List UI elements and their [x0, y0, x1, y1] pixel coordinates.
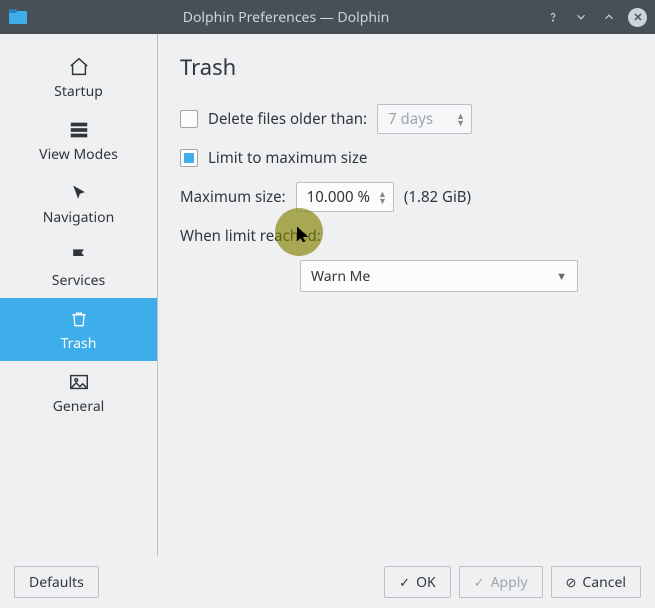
button-label: Cancel — [582, 573, 626, 592]
titlebar: Dolphin Preferences — Dolphin — [0, 0, 655, 34]
page-title: Trash — [180, 52, 633, 82]
footer: Defaults ✓ OK ✓ Apply ⊘ Cancel — [0, 556, 655, 608]
sidebar-item-label: Services — [52, 271, 105, 290]
help-button[interactable] — [544, 8, 562, 26]
sidebar-item-services[interactable]: Services — [0, 235, 157, 298]
limit-size-checkbox[interactable] — [180, 149, 198, 167]
sidebar-item-label: View Modes — [39, 145, 118, 164]
delete-older-spinbox: 7 days ▲▼ — [377, 104, 472, 134]
sidebar-item-label: Navigation — [43, 208, 114, 227]
when-limit-value: Warn Me — [311, 267, 370, 286]
limit-size-label: Limit to maximum size — [208, 148, 367, 168]
max-size-spinbox[interactable]: 10.000 % ▲▼ — [296, 182, 394, 212]
sidebar-item-viewmodes[interactable]: View Modes — [0, 109, 157, 172]
button-label: Apply — [491, 573, 528, 592]
cancel-icon: ⊘ — [566, 573, 577, 591]
check-icon: ✓ — [474, 573, 485, 591]
sidebar-item-label: Startup — [54, 82, 103, 101]
sidebar-item-label: Trash — [61, 334, 97, 353]
cursor-icon — [68, 182, 90, 204]
flag-icon — [68, 245, 90, 267]
max-size-label: Maximum size: — [180, 187, 286, 207]
delete-older-value: 7 days — [388, 109, 448, 129]
when-limit-label: When limit reached: — [180, 226, 321, 246]
home-icon — [68, 56, 90, 78]
chevron-down-icon: ▼ — [556, 269, 567, 284]
sidebar-item-label: General — [53, 397, 105, 416]
sidebar-item-startup[interactable]: Startup — [0, 46, 157, 109]
sidebar-item-general[interactable]: General — [0, 361, 157, 424]
minimize-button[interactable] — [572, 8, 590, 26]
cancel-button[interactable]: ⊘ Cancel — [551, 566, 642, 598]
button-label: Defaults — [29, 573, 84, 592]
check-icon: ✓ — [399, 573, 410, 591]
delete-older-checkbox[interactable] — [180, 110, 198, 128]
maximize-button[interactable] — [600, 8, 618, 26]
apply-button: ✓ Apply — [459, 566, 543, 598]
trash-icon — [68, 308, 90, 330]
sidebar: Startup View Modes Navigation Services T… — [0, 34, 158, 556]
button-label: OK — [416, 573, 436, 592]
sidebar-item-trash[interactable]: Trash — [0, 298, 157, 361]
close-button[interactable] — [628, 8, 647, 27]
content-panel: Trash Delete files older than: 7 days ▲▼… — [158, 34, 655, 556]
when-limit-combo[interactable]: Warn Me ▼ — [300, 260, 578, 292]
max-size-value: 10.000 % — [307, 187, 370, 207]
app-icon — [8, 7, 28, 27]
defaults-button[interactable]: Defaults — [14, 566, 99, 598]
spinbox-arrows-icon: ▲▼ — [456, 112, 465, 126]
ok-button[interactable]: ✓ OK — [384, 566, 451, 598]
window-title: Dolphin Preferences — Dolphin — [36, 8, 536, 27]
delete-older-label: Delete files older than: — [208, 109, 367, 129]
image-icon — [68, 371, 90, 393]
sidebar-item-navigation[interactable]: Navigation — [0, 172, 157, 235]
view-icon — [68, 119, 90, 141]
spinbox-arrows-icon[interactable]: ▲▼ — [378, 190, 387, 204]
max-size-bytes: (1.82 GiB) — [404, 187, 471, 207]
